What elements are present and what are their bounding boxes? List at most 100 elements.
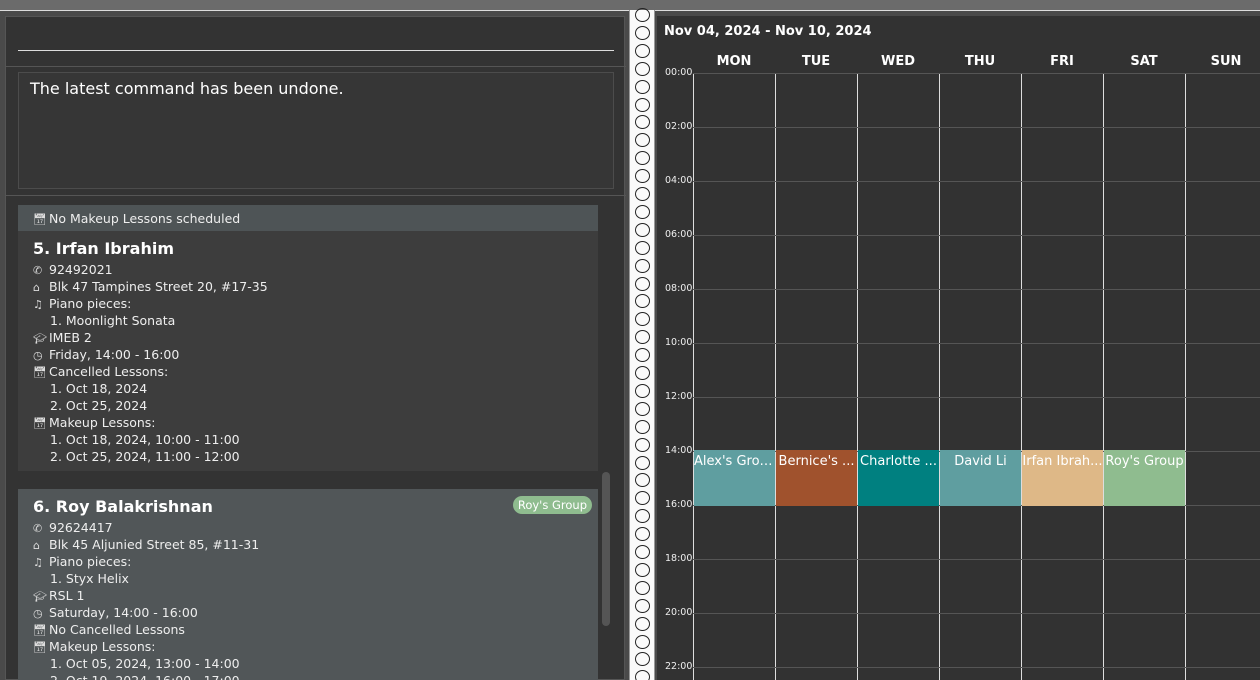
spiral-ring [635,437,650,452]
piece-item: 1. Styx Helix [50,571,129,586]
day-divider [1185,73,1186,680]
spiral-ring [635,187,650,201]
makeup-row: 📅︎ Makeup Lessons: [33,414,583,431]
spiral-ring [635,133,650,148]
divider [6,66,626,67]
day-header-sun: SUN [1210,54,1242,69]
spiral-ring [635,419,650,434]
clock-icon: ◷ [33,607,43,620]
spiral-ring [635,169,650,184]
weekly-calendar: Nov 04, 2024 - Nov 10, 2024 MON TUE WED THU… [657,16,1260,680]
spiral-ring [635,455,650,470]
makeup-label: Makeup Lessons: [49,639,156,654]
music-icon: ♫ [33,556,43,569]
divider [6,195,626,196]
cancelled-row: 📅︎ No Cancelled Lessons [33,621,583,638]
spiral-ring [635,8,650,22]
phone-row: ✆ 92492021 [33,261,583,278]
calendar-event[interactable]: Alex's Group [694,450,775,506]
calendar-date-range: Nov 04, 2024 - Nov 10, 2024 [664,24,872,39]
student-name: 6. Roy Balakrishnan [33,497,213,516]
calendar-icon: 📅︎ [33,641,47,654]
spiral-ring [635,240,650,255]
hour-label: 00:00 [665,67,693,78]
day-divider [939,73,940,680]
hour-label: 04:00 [665,175,693,186]
makeup-label: Makeup Lessons: [49,415,156,430]
spiral-ring [635,562,650,577]
spiral-ring [635,258,650,273]
piece-item: 1. Moonlight Sonata [50,313,176,328]
student-list[interactable]: 📅︎ No Makeup Lessons scheduled 5. Irfan I… [18,205,598,680]
day-header-fri: FRI [1050,54,1074,69]
pieces-row: ♫ Piano pieces: [33,553,583,570]
day-header-mon: MON [716,54,752,69]
spiral-ring [635,294,650,309]
hour-gridline [693,559,1260,560]
grade-text: RSL 1 [49,588,85,603]
student-card[interactable]: Roy's Group 6. Roy Balakrishnan ✆ 9262441… [18,489,598,680]
day-divider [1103,73,1104,680]
hour-gridline [693,613,1260,614]
spiral-ring [635,79,650,94]
spiral-ring [635,401,650,416]
hour-gridline [693,181,1260,182]
makeup-item: 1. Oct 18, 2024, 10:00 - 11:00 [50,432,240,447]
spiral-ring [635,366,650,380]
hour-label: 06:00 [665,229,693,240]
spiral-ring [635,580,650,595]
command-input[interactable] [18,25,614,51]
calendar-event[interactable]: Bernice's ... [776,450,857,506]
calendar-event[interactable]: Irfan Ibrah... [1022,450,1103,506]
phone-icon: ✆ [33,522,43,535]
time-text: Saturday, 14:00 - 16:00 [49,605,198,620]
spiral-ring [635,222,650,237]
spiral-ring [635,97,650,112]
group-tag: Roy's Group [512,496,592,514]
left-panel: The latest command has been undone. 📅︎ No… [5,16,626,680]
day-divider [857,73,858,680]
cancelled-item: 1. Oct 18, 2024 [50,381,148,396]
spiral-ring [635,312,650,327]
calendar-icon: 📅︎ [33,366,47,379]
makeup-text: No Makeup Lessons scheduled [49,211,241,226]
spiral-ring [635,383,650,398]
day-divider [1021,73,1022,680]
list-scrollbar[interactable] [602,472,610,626]
hour-label: 02:00 [665,121,693,132]
cancelled-label: Cancelled Lessons: [49,364,169,379]
list-item[interactable]: 📅︎ No Makeup Lessons scheduled [18,205,598,231]
spiral-binding [629,8,655,680]
calendar-event[interactable]: Roy's Group [1104,450,1185,506]
phone-text: 92624417 [49,520,113,535]
spiral-ring [635,491,650,506]
hour-gridline [693,289,1260,290]
grade-icon: 🎓︎ [33,590,47,603]
hour-gridline [693,127,1260,128]
spiral-ring [635,509,650,524]
student-card[interactable]: 5. Irfan Ibrahim ✆ 92492021 ⌂ Blk 47 Tampi… [18,231,598,471]
address-text: Blk 45 Aljunied Street 85, #11-31 [49,537,260,552]
makeup-row: 📅︎ No Makeup Lessons scheduled [33,210,583,227]
student-name: 5. Irfan Ibrahim [33,239,174,258]
result-message: The latest command has been undone. [30,79,344,98]
spiral-ring [635,330,650,345]
time-row: ◷ Friday, 14:00 - 16:00 [33,346,583,363]
time-text: Friday, 14:00 - 16:00 [49,347,180,362]
spiral-ring [635,204,650,219]
spiral-ring [635,652,650,667]
spiral-ring [635,276,650,291]
calendar-event[interactable]: David Li [940,450,1021,506]
hour-gridline [693,73,1260,74]
address-text: Blk 47 Tampines Street 20, #17-35 [49,279,268,294]
spiral-ring [635,634,650,649]
grade-text: IMEB 2 [49,330,92,345]
result-display: The latest command has been undone. [18,72,614,189]
calendar-event[interactable]: Charlotte ... [858,450,939,506]
spiral-ring [635,25,650,40]
hour-label: 18:00 [665,553,693,564]
phone-icon: ✆ [33,264,43,277]
spiral-ring [635,115,650,130]
spiral-ring [635,473,650,488]
phone-text: 92492021 [49,262,113,277]
